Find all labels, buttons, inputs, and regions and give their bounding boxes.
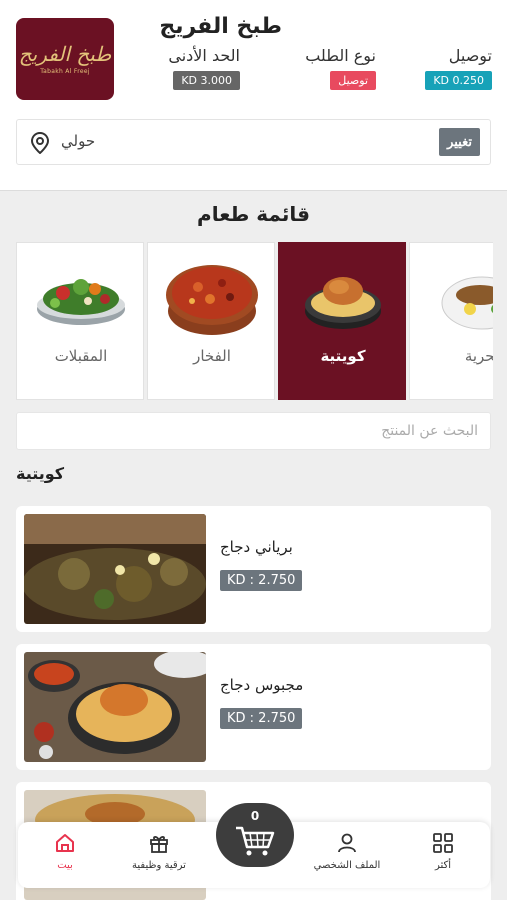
product-card[interactable]: مجبوس دجاج KD : 2.750 [16, 644, 491, 770]
cart-count-badge: 0 [250, 809, 260, 823]
delivery-fee-label: توصيل [448, 46, 492, 65]
category-label: الفخار [193, 347, 231, 365]
product-name: مجبوس دجاج [220, 676, 304, 694]
category-seafood[interactable]: بحرية [409, 242, 493, 400]
salad-image [37, 279, 125, 325]
nav-home-label: بيت [57, 860, 73, 871]
category-carousel[interactable]: المقبلات الفخار كويتية حرية [16, 242, 493, 402]
product-price: KD : 2.750 [220, 708, 303, 729]
location-pin-icon [30, 132, 50, 154]
location-bar[interactable]: حولي تغيير [16, 119, 491, 165]
product-name: برياني دجاج [220, 538, 293, 556]
clay-pot-image [166, 265, 258, 335]
min-order-badge: 3.000 KD [173, 71, 240, 90]
shopping-cart-icon [236, 826, 275, 856]
nav-upgrade-label: ترقية وظيفية [132, 860, 186, 871]
order-type-label: نوع الطلب [305, 46, 376, 65]
gift-icon [150, 836, 168, 853]
location-area: حولي [61, 132, 96, 150]
nav-profile-label: الملف الشخصي [313, 860, 381, 871]
store-header: طبخ الفريج Tabakh Al Freej طبخ الفريج ال… [0, 0, 507, 190]
min-order-label: الحد الأدنى [168, 46, 240, 65]
nav-profile[interactable]: الملف الشخصي [302, 832, 392, 871]
category-label: المقبلات [54, 347, 108, 365]
min-order-info: الحد الأدنى 3.000 KD [140, 46, 240, 90]
product-search-input[interactable] [16, 412, 491, 450]
biryani-chicken-image [24, 514, 206, 624]
store-name: طبخ الفريج [159, 14, 282, 39]
nav-more-label: أكثر [434, 860, 452, 871]
order-type-badge: توصيل [330, 71, 376, 90]
nav-more[interactable]: أكثر [398, 832, 488, 871]
product-card[interactable]: برياني دجاج KD : 2.750 [16, 506, 491, 632]
category-label: كويتية [320, 347, 366, 365]
store-logo: طبخ الفريج Tabakh Al Freej [16, 18, 114, 100]
machboos-chicken-image [24, 652, 206, 762]
delivery-fee-info: توصيل 0.250 KD [410, 46, 492, 90]
nav-home[interactable]: بيت [20, 832, 110, 871]
category-kuwaiti[interactable]: كويتية [278, 242, 406, 400]
change-location-button[interactable]: تغيير [439, 128, 480, 156]
category-clay-pots[interactable]: الفخار [147, 242, 275, 400]
grid-icon [433, 833, 453, 853]
category-label: بحرية [464, 347, 493, 365]
section-divider [0, 190, 507, 191]
seafood-image [441, 276, 493, 330]
order-type-info: نوع الطلب توصيل [270, 46, 376, 90]
home-icon [56, 834, 74, 852]
logo-english-text: Tabakh Al Freej [40, 67, 90, 75]
product-price: KD : 2.750 [220, 570, 303, 591]
logo-arabic-text: طبخ الفريج [18, 41, 112, 66]
menu-section: قائمة طعام المقبلات الفخار كويتية حرية ا… [0, 190, 507, 900]
nav-upgrade[interactable]: ترقية وظيفية [114, 832, 204, 871]
kuwaiti-dish-image [305, 277, 381, 329]
category-appetizers[interactable]: المقبلات [16, 242, 144, 400]
menu-title: قائمة طعام [197, 202, 310, 226]
user-icon [338, 833, 356, 853]
selected-category-heading: كويتية [16, 464, 65, 483]
delivery-fee-badge: 0.250 KD [425, 71, 492, 90]
cart-button[interactable]: 0 [216, 803, 294, 867]
